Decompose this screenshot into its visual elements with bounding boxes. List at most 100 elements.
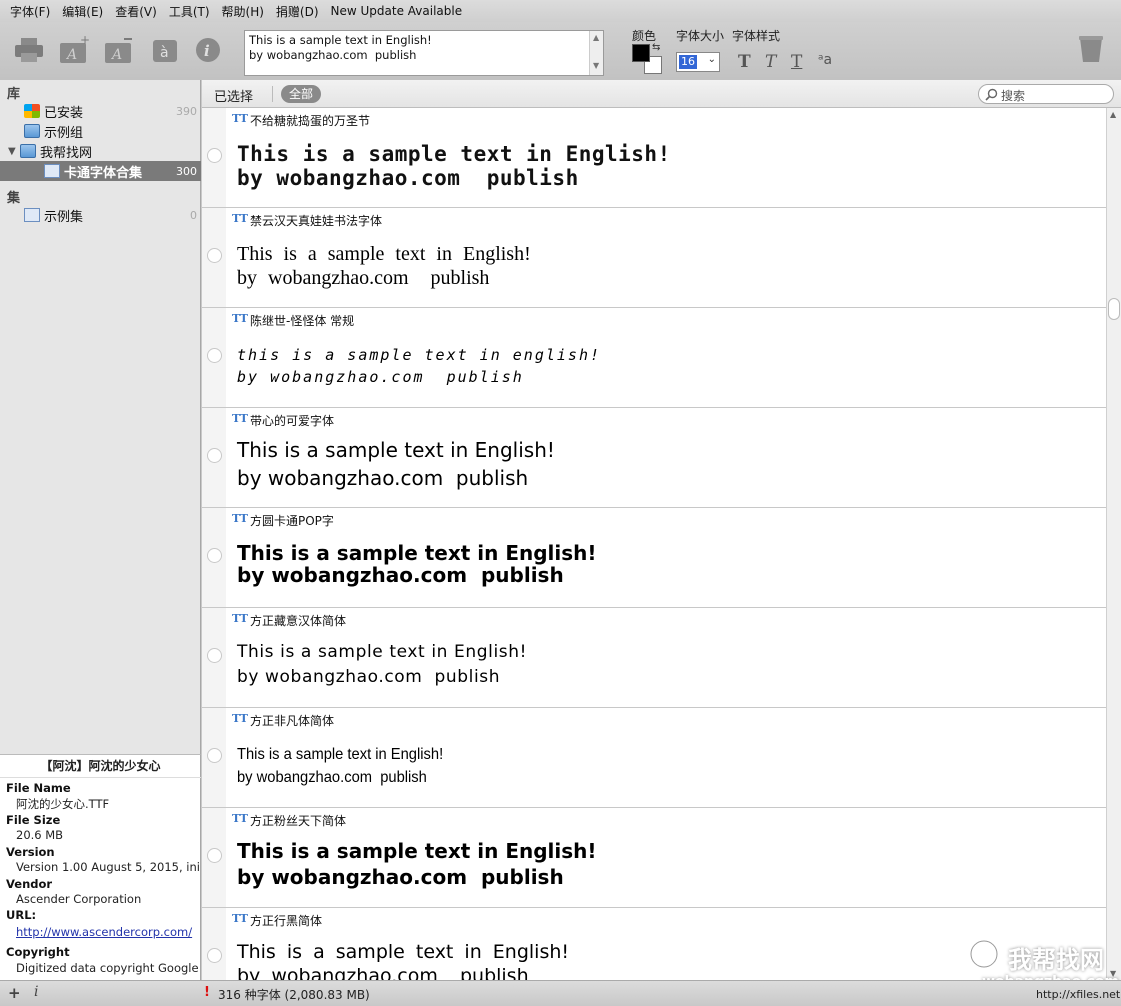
- select-radio[interactable]: [207, 848, 222, 863]
- chevron-down-icon: ⌄: [707, 54, 716, 65]
- truetype-icon: TT: [232, 212, 248, 225]
- version-label: Version: [6, 845, 55, 859]
- select-radio[interactable]: [207, 348, 222, 363]
- font-name: 不给糖就捣蛋的万圣节: [250, 114, 371, 128]
- select-radio[interactable]: [207, 448, 222, 463]
- menu-edit[interactable]: 编辑(E): [58, 3, 107, 20]
- toolbar: A + A à i This is a sample text in Englis…: [0, 22, 1121, 80]
- font-name: 陈继世-怪怪体 常规: [250, 314, 355, 328]
- sidebar-item-label: 已安装: [44, 105, 84, 121]
- font-preview: This is a sample text in English! by wob…: [237, 941, 570, 980]
- menu-bar: 字体(F) 编辑(E) 查看(V) 工具(T) 帮助(H) 捐赠(D) New …: [0, 0, 1121, 22]
- menu-font[interactable]: 字体(F): [6, 3, 54, 20]
- font-row[interactable]: TT 禁云汉天真娃娃书法字体 This is a sample text in …: [202, 208, 1106, 308]
- font-row[interactable]: TT 陈继世-怪怪体 常规 this is a sample text in e…: [202, 308, 1106, 408]
- library-heading: 库: [7, 87, 21, 102]
- sidebar-item-cartoon-fonts[interactable]: 卡通字体合集 300: [0, 161, 201, 181]
- expand-triangle-icon[interactable]: ▼: [8, 146, 18, 157]
- copyright-value: Digitized data copyright Google ...: [16, 961, 200, 975]
- sample-scrollbar[interactable]: ▲ ▼: [589, 31, 603, 75]
- sample-text-input[interactable]: This is a sample text in English! by wob…: [244, 30, 604, 76]
- select-radio[interactable]: [207, 948, 222, 963]
- select-radio[interactable]: [207, 548, 222, 563]
- italic-style-button[interactable]: T: [765, 52, 776, 72]
- sidebar-item-sample-group[interactable]: 示例组: [0, 121, 201, 141]
- font-info-panel: 【阿沈】阿沈的少女心 File Name 阿沈的少女心.TTF File Siz…: [0, 754, 201, 980]
- font-set-icon: [44, 164, 60, 178]
- truetype-icon: TT: [232, 912, 248, 925]
- font-preview: This is a sample text in English! by wob…: [237, 746, 444, 786]
- font-info-button[interactable]: i: [193, 35, 225, 65]
- font-row[interactable]: TT 不给糖就捣蛋的万圣节 This is a sample text in E…: [202, 108, 1106, 208]
- font-row[interactable]: TT 方正非凡体简体 This is a sample text in Engl…: [202, 708, 1106, 808]
- font-preview: This is a sample text in English! by wob…: [237, 438, 555, 490]
- add-font-icon: A+: [60, 35, 90, 63]
- menu-view[interactable]: 查看(V): [111, 3, 161, 20]
- svg-text:+: +: [80, 35, 90, 47]
- add-font-button[interactable]: A +: [58, 35, 90, 65]
- font-row[interactable]: TT 方正藏意汉体简体 This is a sample text in Eng…: [202, 608, 1106, 708]
- add-collection-button[interactable]: +: [8, 984, 21, 1002]
- truetype-icon: TT: [232, 312, 248, 325]
- case-style-button[interactable]: ᵃa: [818, 52, 832, 68]
- menu-tools[interactable]: 工具(T): [165, 3, 214, 20]
- trash-button[interactable]: [1078, 34, 1104, 67]
- sidebar-item-wobangzhao[interactable]: ▼ 我帮找网: [0, 141, 201, 161]
- sample-text-value: This is a sample text in English! by wob…: [249, 33, 432, 62]
- font-name: 方正藏意汉体简体: [250, 614, 347, 628]
- print-button[interactable]: [13, 35, 45, 65]
- scroll-down-icon[interactable]: ▼: [593, 61, 599, 70]
- filter-bar: 已选择 全部 搜索: [202, 80, 1121, 108]
- font-row[interactable]: TT 带心的可爱字体 This is a sample text in Engl…: [202, 408, 1106, 508]
- menu-help[interactable]: 帮助(H): [218, 3, 268, 20]
- info-toggle-button[interactable]: i: [34, 984, 38, 1000]
- select-radio[interactable]: [207, 248, 222, 263]
- search-input[interactable]: 搜索: [978, 84, 1114, 104]
- filter-all-tab[interactable]: 全部: [281, 85, 322, 103]
- vendor-url-link[interactable]: http://www.ascendercorp.com/: [16, 925, 200, 939]
- filter-selected-tab[interactable]: 已选择: [214, 86, 253, 105]
- info-title: 【阿沈】阿沈的少女心: [0, 757, 201, 778]
- status-bar: + i ! 316 种字体 (2,080.83 MB) http://xfile…: [0, 980, 1121, 1006]
- font-size-label: 字体大小: [676, 29, 725, 43]
- file-name-label: File Name: [6, 781, 71, 795]
- vendor-label: Vendor: [6, 877, 53, 891]
- scroll-up-icon[interactable]: ▲: [1110, 110, 1116, 119]
- sidebar-item-label: 我帮找网: [40, 145, 93, 161]
- underline-style-button[interactable]: T: [791, 52, 802, 72]
- font-size-select[interactable]: 16 ⌄: [676, 52, 720, 72]
- file-size-value: 20.6 MB: [16, 828, 64, 842]
- sidebar-item-installed[interactable]: 已安装 390: [0, 101, 201, 121]
- character-map-button[interactable]: à: [150, 35, 182, 65]
- sidebar-item-label: 卡通字体合集: [64, 165, 143, 181]
- font-count: 390: [176, 104, 197, 118]
- font-size-value: 16: [679, 55, 697, 69]
- svg-text:A: A: [65, 47, 77, 63]
- foreground-color-swatch[interactable]: [632, 44, 650, 62]
- file-size-label: File Size: [6, 813, 61, 827]
- truetype-icon: TT: [232, 612, 248, 625]
- select-radio[interactable]: [207, 648, 222, 663]
- swap-colors-icon[interactable]: ⇆: [652, 42, 660, 53]
- file-name-value: 阿沈的少女心.TTF: [16, 797, 110, 811]
- font-name: 方圆卡通POP字: [250, 514, 334, 528]
- scroll-thumb[interactable]: [1108, 298, 1120, 320]
- svg-text:à: à: [160, 45, 169, 61]
- font-count: 0: [190, 208, 197, 222]
- status-url[interactable]: http://xfiles.net: [1036, 988, 1120, 1001]
- font-list-scrollbar[interactable]: ▲ ▼: [1106, 108, 1121, 980]
- font-row[interactable]: TT 方圆卡通POP字 This is a sample text in Eng…: [202, 508, 1106, 608]
- font-name: 带心的可爱字体: [250, 414, 335, 428]
- select-radio[interactable]: [207, 148, 222, 163]
- sidebar-item-sample-collection[interactable]: 示例集 0: [0, 205, 201, 225]
- update-notice[interactable]: New Update Available: [327, 4, 467, 18]
- truetype-icon: TT: [232, 812, 248, 825]
- menu-donate[interactable]: 捐赠(D): [272, 3, 323, 20]
- trash-icon: [1079, 36, 1103, 62]
- font-preview: This is a sample text in English! by wob…: [237, 541, 597, 587]
- select-radio[interactable]: [207, 748, 222, 763]
- bold-style-button[interactable]: T: [738, 52, 751, 72]
- remove-font-button[interactable]: A: [103, 35, 135, 65]
- scroll-up-icon[interactable]: ▲: [593, 33, 599, 42]
- font-row[interactable]: TT 方正粉丝天下简体 This is a sample text in Eng…: [202, 808, 1106, 908]
